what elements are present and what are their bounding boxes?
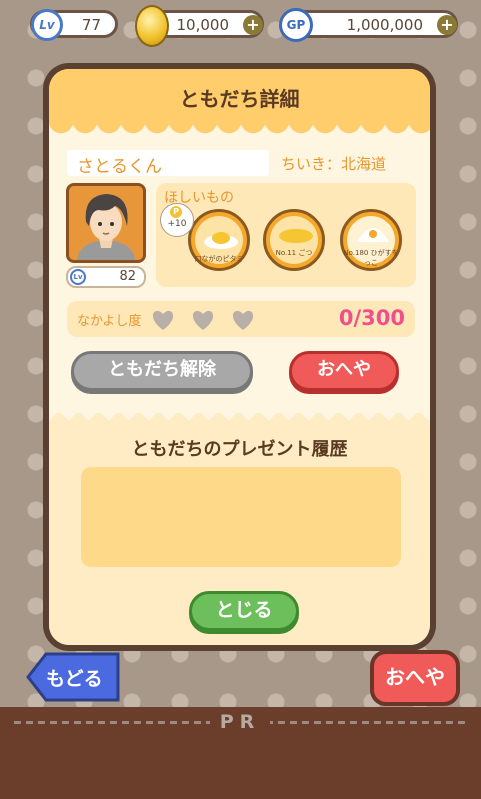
friend-level-value: 82 [119, 269, 136, 284]
dialog-title: ともだち詳細 [179, 87, 300, 111]
close-button[interactable]: とじる [189, 591, 299, 631]
coin-value: 10,000 [176, 16, 230, 34]
room-button[interactable]: おへや [370, 650, 460, 706]
gudetama-icon [279, 229, 313, 243]
present-history-list [81, 467, 401, 567]
friendship-count: 0/300 [338, 306, 405, 330]
coin-icon [135, 5, 169, 47]
status-bar: Lv 77 10,000 + GP 1,000,000 + [0, 0, 481, 50]
back-button[interactable]: もどる [26, 652, 122, 702]
level-icon: Lv [70, 269, 86, 285]
add-gp-button[interactable]: + [437, 15, 457, 35]
ad-banner[interactable]: PR [0, 707, 481, 799]
unfriend-button[interactable]: ともだち解除 [71, 351, 253, 391]
friend-level: Lv 82 [66, 266, 146, 288]
unknown-item-icon [357, 228, 389, 242]
heart-icon [192, 310, 214, 330]
bonus-value: +10 [167, 219, 187, 229]
wanted-item-1[interactable]: 口ながのピタミ [188, 209, 250, 271]
friendship-label: なかよし度 [77, 314, 142, 329]
wanted-item-label: No.11 ごつ [275, 249, 313, 257]
visit-room-button[interactable]: おへや [289, 351, 399, 391]
avatar-icon [69, 186, 143, 260]
coin-pill: 10,000 + [135, 5, 264, 47]
gp-value: 1,000,000 [346, 16, 423, 34]
avatar [66, 183, 146, 263]
gp-icon: GP [279, 8, 313, 42]
gp-pill: GP 1,000,000 + [279, 8, 458, 42]
wanted-item-2[interactable]: No.11 ごつ [263, 209, 325, 271]
friend-name: さとるくん [77, 157, 162, 177]
friendship-panel: なかよし度 0/300 [67, 301, 415, 337]
level-value: 77 [81, 16, 101, 34]
wanted-item-3[interactable]: No.180 ひがすをっこ [340, 209, 402, 271]
heart-icon [152, 310, 174, 330]
ad-label: PR [210, 711, 270, 733]
wanted-item-label: No.180 ひがすをっこ [343, 249, 399, 267]
friend-region: ちいき：北海道 [281, 155, 387, 173]
level-icon: Lv [31, 9, 63, 41]
heart-icon [232, 310, 254, 330]
friend-name-field: さとるくん [67, 150, 269, 177]
wanted-items-panel: ほしいもの 口ながのピタミ P +10 No.11 ごつ No.180 ひがすを… [156, 183, 416, 287]
level-pill: Lv 77 [30, 9, 118, 41]
gudetama-icon [204, 232, 238, 249]
present-history-title: ともだちのプレゼント履歴 [131, 439, 348, 460]
wanted-item-label: 口ながのピタミ [194, 255, 244, 263]
friend-detail-dialog: ともだち詳細 さとるくん ちいき：北海道 Lv 82 ほしいもの 口ながのピタミ… [43, 63, 436, 651]
back-button-label: もどる [46, 668, 103, 690]
points-icon: P [170, 206, 182, 218]
bonus-bubble: P +10 [160, 203, 194, 237]
add-coins-button[interactable]: + [243, 15, 263, 35]
